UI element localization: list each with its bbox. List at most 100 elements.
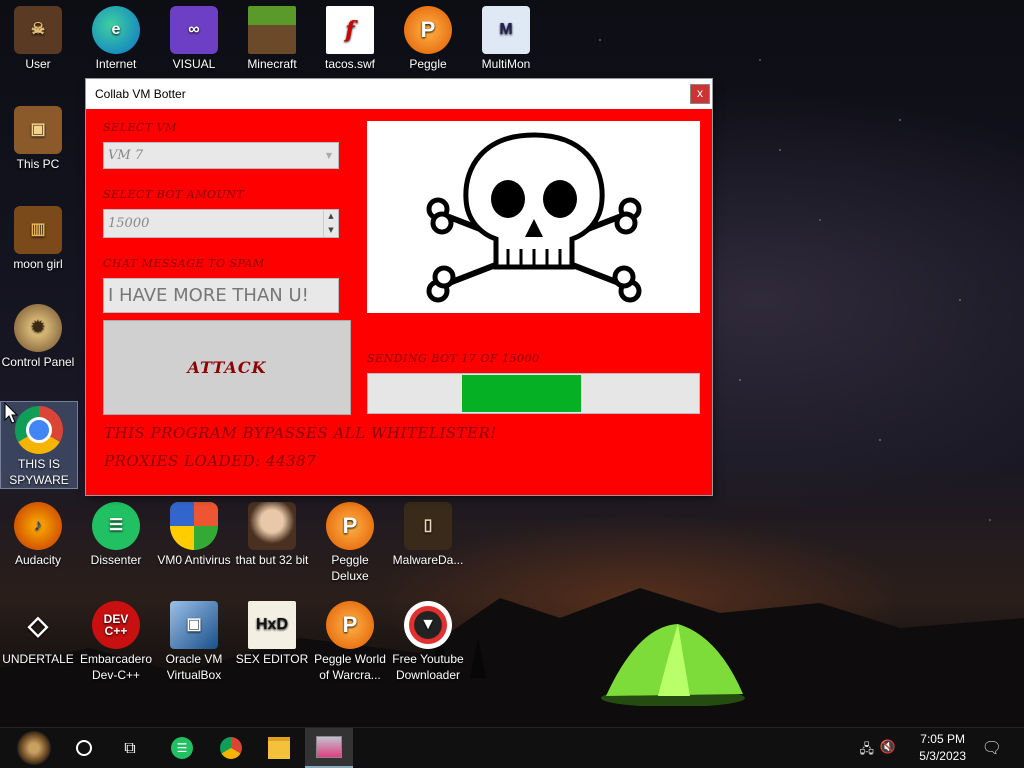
collab-vm-botter-window: Collab VM Botter x SELECT VM VM 7 ▼ SELE… <box>86 79 712 495</box>
desktop-icon-virtualbox[interactable]: ▣ Oracle VM VirtualBox <box>156 601 232 683</box>
desktop-icon-audacity[interactable]: ♪ Audacity <box>0 502 76 568</box>
desktop-icon-dissenter[interactable]: ☰ Dissenter <box>78 502 154 568</box>
minecraft-icon <box>248 6 296 54</box>
audacity-icon: ♪ <box>14 502 62 550</box>
desktop-icon-label: that but 32 bit <box>235 553 309 567</box>
taskbar-chrome[interactable] <box>207 728 255 768</box>
cortana-button[interactable] <box>60 728 108 768</box>
chat-message-value: I HAVE MORE THAN U! <box>108 285 309 306</box>
desktop-icon-internet[interactable]: e Internet <box>78 6 154 72</box>
desktop-icon-label: UNDERTALE <box>2 652 74 666</box>
skull-image-panel <box>367 121 700 313</box>
desktop-icon-malwaredatabase[interactable]: ▯ MalwareDa... <box>390 502 466 568</box>
skull-crossbones-icon <box>426 132 641 303</box>
dissenter-icon: ☰ <box>171 737 193 759</box>
dissenter-icon: ☰ <box>92 502 140 550</box>
hxd-icon: HxD <box>248 601 296 649</box>
desktop-icon-label: User <box>25 57 51 71</box>
youtube-downloader-icon: ▼ <box>404 601 452 649</box>
desktop-icon-label: VISUAL <box>172 57 216 71</box>
desktop-icon-control-panel[interactable]: ✹ Control Panel <box>0 304 76 370</box>
desktop-icon-vm0-antivirus[interactable]: VM0 Antivirus <box>156 502 232 568</box>
clock-date: 5/3/2023 <box>919 749 966 763</box>
attack-button[interactable]: ATTACK <box>103 320 351 415</box>
desktop-icon-label: VM0 Antivirus <box>157 553 231 567</box>
start-icon <box>17 731 51 765</box>
window-title: Collab VM Botter <box>95 87 186 101</box>
desktop-icon-sex-editor[interactable]: HxD SEX EDITOR <box>234 601 310 667</box>
desktop-icon-undertale[interactable]: ◇ UNDERTALE <box>0 601 76 667</box>
portrait-icon <box>248 502 296 550</box>
bot-amount-stepper[interactable]: 15000 ▲ ▼ <box>103 209 339 238</box>
desktop-icon-label: tacos.swf <box>324 57 375 71</box>
bypass-whitelister-text: THIS PROGRAM BYPASSES ALL WHITELISTER! <box>104 424 497 442</box>
title-bar[interactable]: Collab VM Botter x <box>86 79 712 109</box>
desktop-icon-label: Peggle World of Warcra... <box>314 652 386 682</box>
clock[interactable]: 7:05 PM 5/3/2023 <box>919 731 966 765</box>
desktop-icon-label: Dissenter <box>90 553 142 567</box>
control-panel-icon: ✹ <box>14 304 62 352</box>
desktop-icon-tacos-swf[interactable]: f tacos.swf <box>312 6 388 72</box>
sending-status-text: SENDING BOT 17 OF 15000 <box>367 352 540 365</box>
taskbar-file-explorer[interactable] <box>255 728 303 768</box>
desktop-icon-visual[interactable]: ∞ VISUAL <box>156 6 232 72</box>
edge-browser-icon: e <box>92 6 140 54</box>
volume-muted-icon[interactable]: 🔇 <box>880 740 896 755</box>
desktop-icon-label: SEX EDITOR <box>235 652 309 666</box>
desktop-icon-dev-cpp[interactable]: DEV C++ Embarcadero Dev-C++ <box>78 601 154 683</box>
select-vm-value: VM 7 <box>108 148 144 163</box>
unity-icon: ◇ <box>28 610 48 640</box>
close-button[interactable]: x <box>690 84 710 104</box>
task-view-icon: ⧉ <box>124 738 136 757</box>
desktop-icon-label: Embarcadero Dev-C++ <box>79 652 153 682</box>
file-explorer-icon <box>268 737 290 759</box>
taskbar: ⧉ ☰ 🖧 🔇 7:05 PM 5/3/2023 🗨 <box>0 727 1024 768</box>
chat-message-input[interactable]: I HAVE MORE THAN U! <box>103 278 339 313</box>
desktop-icon-label: Oracle VM VirtualBox <box>165 652 223 682</box>
desktop-icon-moon-girl[interactable]: ▥ moon girl <box>0 206 76 272</box>
shield-icon <box>170 502 218 550</box>
desktop-icon-label: Minecraft <box>247 57 297 71</box>
desktop-icon-this-pc[interactable]: ▣ This PC <box>0 106 76 172</box>
desktop-icon-peggle[interactable]: P Peggle <box>390 6 466 72</box>
desktop-icon-minecraft[interactable]: Minecraft <box>234 6 310 72</box>
chat-message-label: CHAT MESSAGE TO SPAM <box>103 257 265 270</box>
proxies-loaded-text: PROXIES LOADED: 44387 <box>104 452 317 470</box>
notifications-icon[interactable]: 🗨 <box>982 738 1002 757</box>
multimon-icon: M <box>482 6 530 54</box>
network-icon[interactable]: 🖧 <box>860 740 875 762</box>
desktop-icon-user[interactable]: ☠ User <box>0 6 76 72</box>
select-vm-dropdown[interactable]: VM 7 ▼ <box>103 142 339 169</box>
desktop-icon-label: This PC <box>16 157 60 171</box>
desktop-icon-peggle-deluxe[interactable]: P Peggle Deluxe <box>312 502 388 584</box>
taskbar-dissenter[interactable]: ☰ <box>158 728 206 768</box>
stepper-up-icon[interactable]: ▲ <box>324 210 338 224</box>
desktop-icon-label: moon girl <box>13 257 63 271</box>
virtualbox-icon: ▣ <box>170 601 218 649</box>
moon-girl-icon: ▥ <box>14 206 62 254</box>
desktop-icon-label: THIS IS SPYWARE <box>9 457 69 487</box>
mouse-cursor-icon <box>4 402 18 424</box>
select-vm-label: SELECT VM <box>103 121 177 134</box>
task-view-button[interactable]: ⧉ <box>106 728 154 768</box>
desktop-icon-youtube-downloader[interactable]: ▼ Free Youtube Downloader <box>390 601 466 683</box>
user-folder-icon: ☠ <box>14 6 62 54</box>
chevron-down-icon: ▼ <box>325 151 332 160</box>
desktop-icon-peggle-wow[interactable]: P Peggle World of Warcra... <box>312 601 388 683</box>
desktop-icon-label: Free Youtube Downloader <box>392 652 464 682</box>
bot-amount-label: SELECT BOT AMOUNT <box>103 188 245 201</box>
cortana-icon <box>76 740 92 756</box>
desktop-icon-label: Peggle <box>409 57 447 71</box>
stepper-buttons: ▲ ▼ <box>323 210 338 237</box>
stepper-down-icon[interactable]: ▼ <box>324 224 338 238</box>
taskbar-botter-app[interactable] <box>305 728 353 768</box>
flash-file-icon: f <box>326 6 374 54</box>
folder-icon: ▯ <box>404 502 452 550</box>
desktop-icon-multimon[interactable]: M MultiMon <box>468 6 544 72</box>
desktop-icon-label: Internet <box>95 57 137 71</box>
desktop-icon-label: MultiMon <box>481 57 531 71</box>
peggle-icon: P <box>326 502 374 550</box>
desktop-icon-label: MalwareDa... <box>392 553 464 567</box>
desktop-icon-that-but-32-bit[interactable]: that but 32 bit <box>234 502 310 568</box>
start-button[interactable] <box>8 728 60 768</box>
